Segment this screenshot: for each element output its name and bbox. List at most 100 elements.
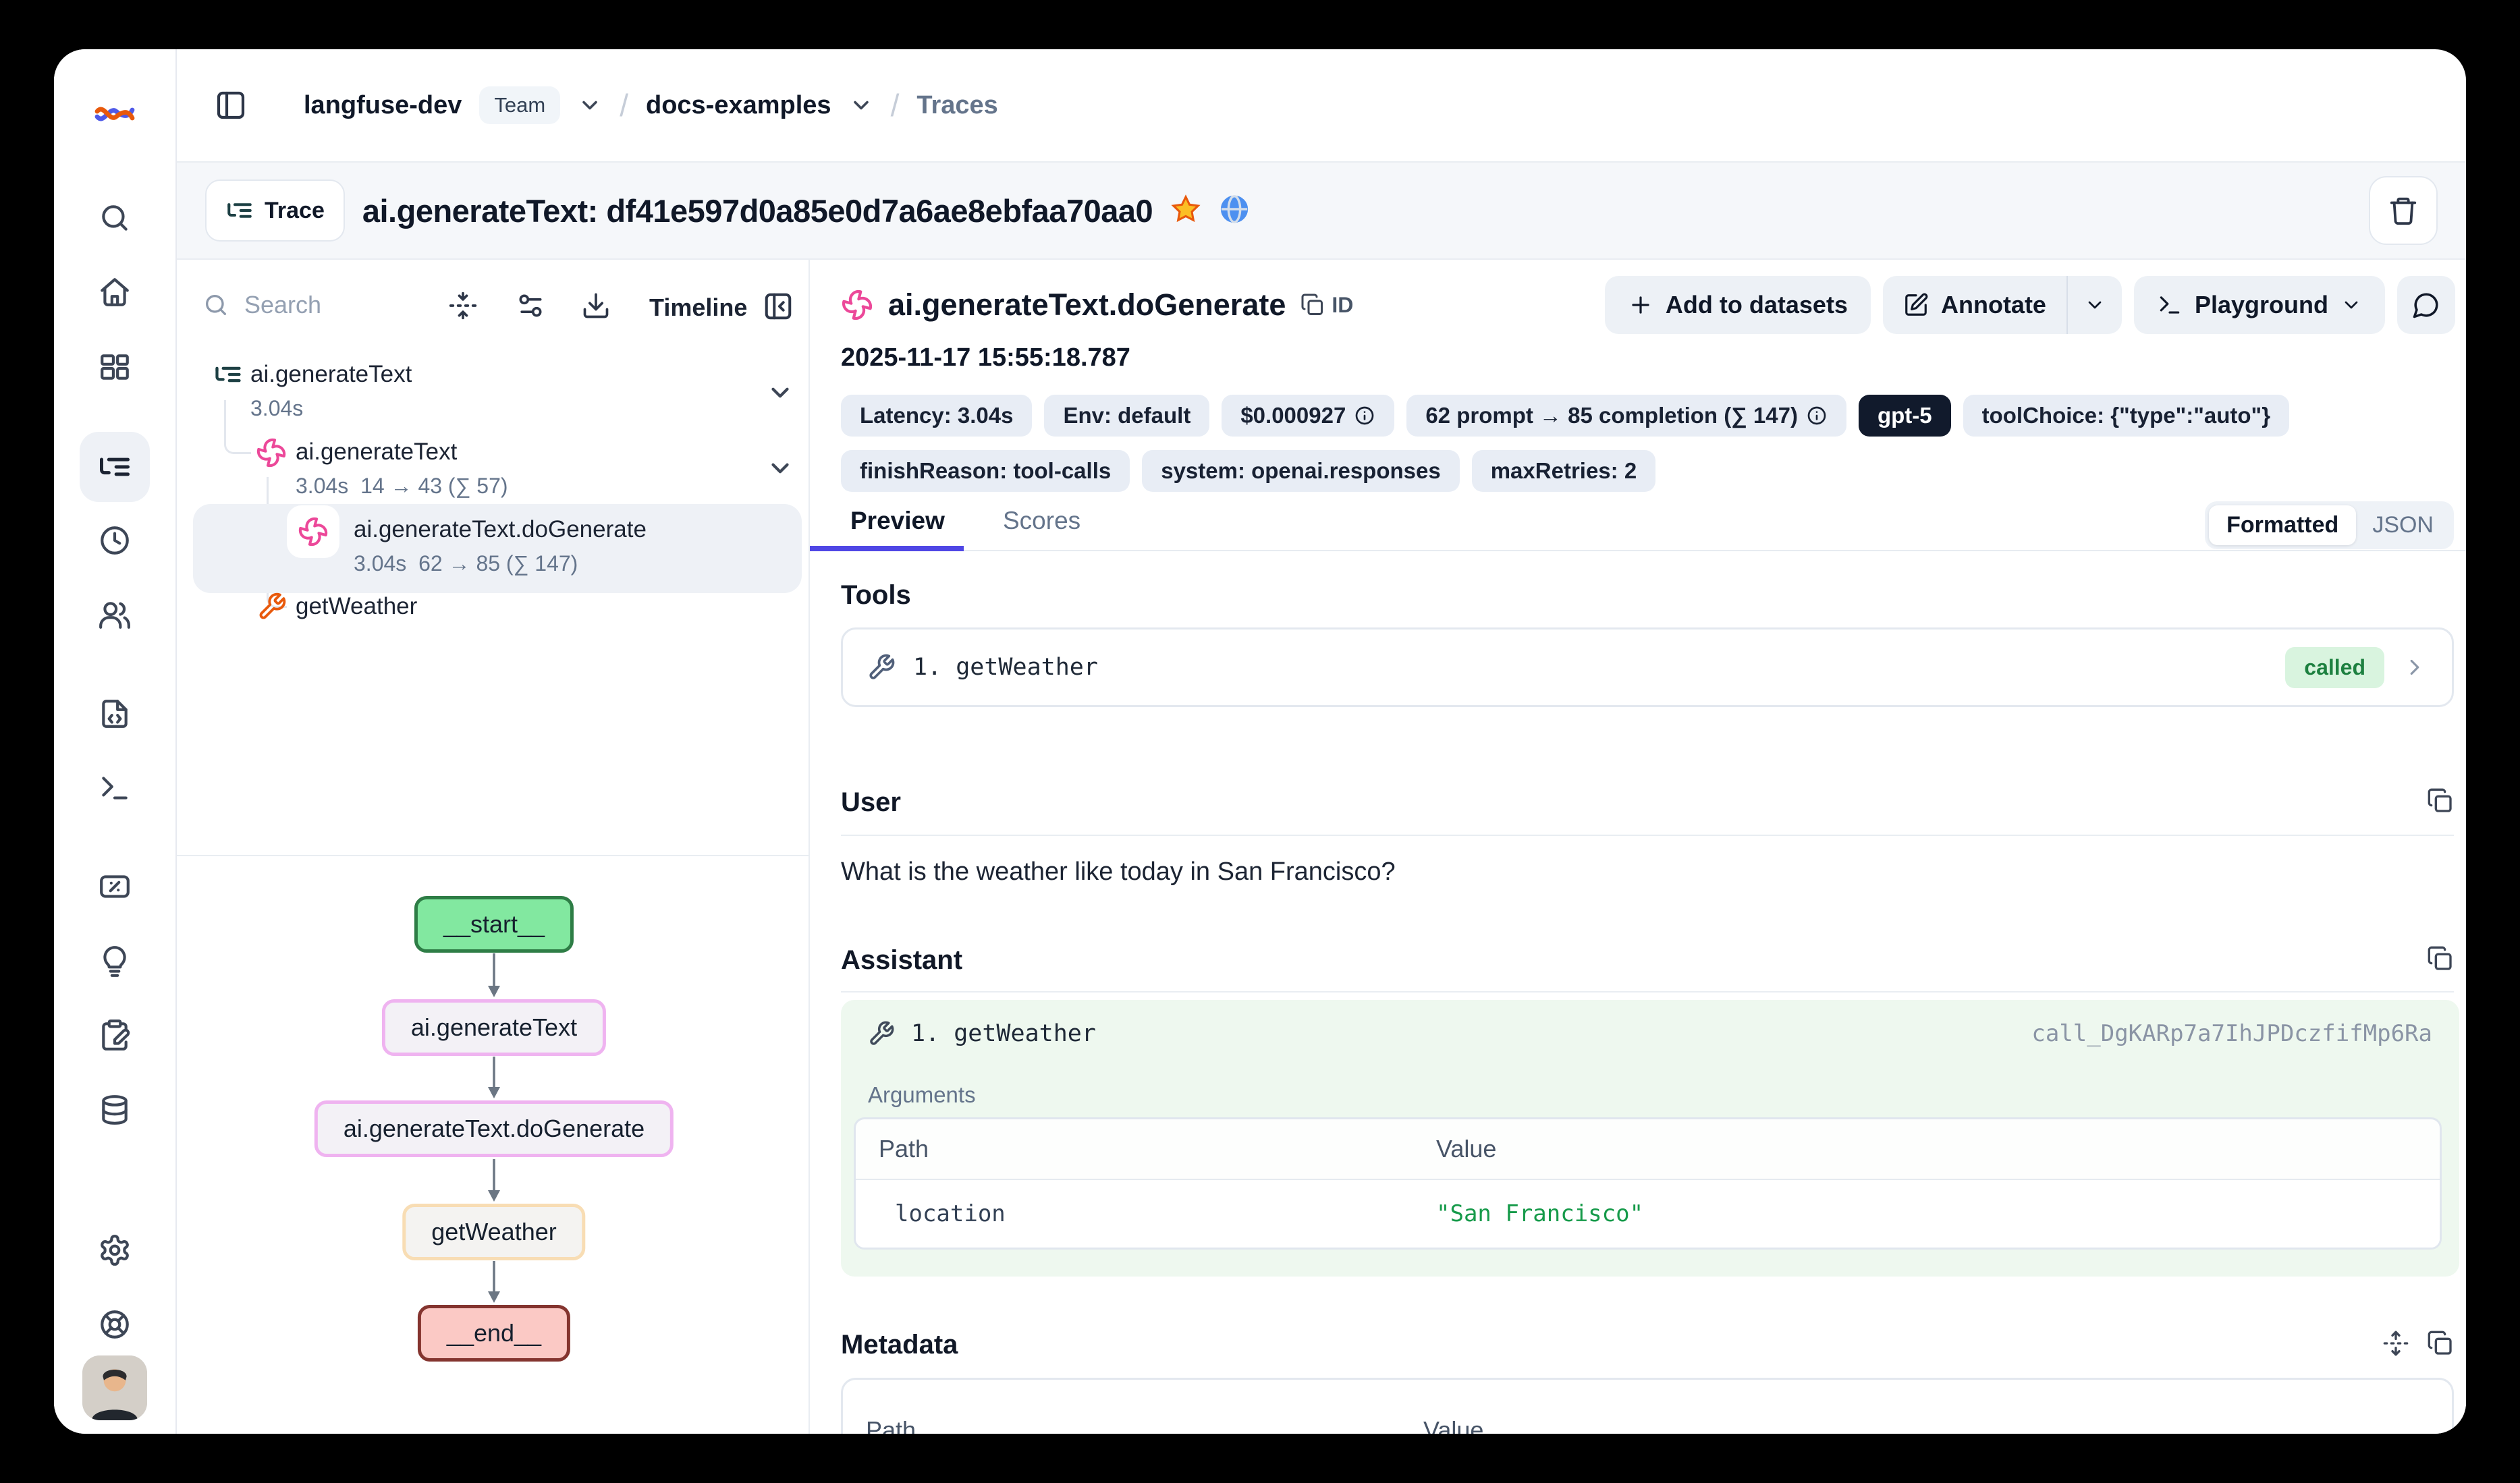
- tool-call-id: call_DgKARp7a7IhJPDczfifMp6Ra: [2031, 1020, 2432, 1047]
- tool-choice-badge: toolChoice: {"type":"auto"}: [1963, 395, 2289, 437]
- tools-heading: Tools: [841, 580, 911, 611]
- format-json-option[interactable]: JSON: [2356, 505, 2450, 545]
- copy-icon[interactable]: [2427, 1330, 2454, 1357]
- tool-name: 1. getWeather: [913, 654, 1098, 681]
- comments-button[interactable]: [2397, 276, 2455, 334]
- expand-icon[interactable]: [2382, 1330, 2409, 1357]
- graph-node-generate-text[interactable]: ai.generateText: [382, 999, 606, 1056]
- chevron-down-icon[interactable]: [849, 93, 873, 117]
- datasets-icon[interactable]: [98, 1093, 132, 1127]
- graph-node-end[interactable]: __end__: [418, 1305, 570, 1362]
- format-formatted-option[interactable]: Formatted: [2209, 505, 2356, 545]
- token-usage-badge[interactable]: 62 prompt → 85 completion (∑ 147): [1406, 395, 1846, 437]
- breadcrumb-separator: /: [620, 87, 628, 123]
- prompts-icon[interactable]: [98, 697, 132, 731]
- playground-button[interactable]: Playground: [2134, 276, 2385, 334]
- annotate-button[interactable]: Annotate: [1883, 276, 2066, 334]
- arguments-table: Path Value location "San Francisco": [854, 1117, 2442, 1250]
- app-sidebar: [54, 49, 177, 1434]
- info-icon: [1354, 405, 1375, 426]
- value-header: Value: [1436, 1135, 1496, 1163]
- tree-row[interactable]: ai.generateText.doGenerate: [354, 516, 647, 543]
- breadcrumb-project[interactable]: langfuse-dev: [304, 91, 462, 120]
- copy-id-icon[interactable]: [1300, 293, 1325, 317]
- cost-badge[interactable]: $0.000927: [1222, 395, 1394, 437]
- graph-node-do-generate[interactable]: ai.generateText.doGenerate: [314, 1100, 674, 1157]
- user-avatar[interactable]: [82, 1355, 147, 1420]
- generation-icon-chip: [287, 505, 339, 558]
- trace-tree-panel: Timeline ai.generateText 3.04s ai.genera…: [177, 260, 810, 1434]
- home-icon[interactable]: [98, 275, 132, 309]
- tab-preview[interactable]: Preview: [850, 507, 945, 535]
- info-icon: [1806, 405, 1828, 426]
- graph-node-get-weather[interactable]: getWeather: [402, 1204, 585, 1260]
- settings-icon[interactable]: [98, 1233, 132, 1267]
- chevron-down-icon[interactable]: [766, 454, 794, 482]
- collapse-panel-icon[interactable]: [763, 291, 794, 322]
- active-tab-underline: [810, 546, 964, 551]
- detail-tabs: Preview Scores Formatted JSON: [810, 507, 2466, 551]
- bookmark-star-icon[interactable]: [1170, 194, 1201, 228]
- sidebar-toggle-icon[interactable]: [215, 89, 247, 121]
- comment-icon: [2412, 291, 2440, 319]
- tree-row[interactable]: getWeather: [296, 593, 417, 620]
- system-badge: system: openai.responses: [1142, 450, 1460, 492]
- section-divider: [841, 835, 2454, 836]
- format-toggle: Formatted JSON: [2205, 501, 2454, 549]
- judge-icon[interactable]: [98, 945, 132, 978]
- support-icon[interactable]: [98, 1308, 132, 1341]
- tool-call-panel: 1. getWeather call_DgKARp7a7IhJPDczfifMp…: [841, 1000, 2459, 1277]
- model-badge[interactable]: gpt-5: [1859, 395, 1951, 437]
- public-globe-icon[interactable]: [1219, 194, 1250, 228]
- tracing-icon[interactable]: [97, 449, 132, 484]
- trace-title: ai.generateText: df41e597d0a85e0d7a6ae8e…: [362, 192, 1153, 229]
- copy-icon[interactable]: [2427, 945, 2454, 972]
- users-icon[interactable]: [98, 598, 132, 632]
- collapse-all-icon[interactable]: [448, 291, 478, 320]
- id-label[interactable]: ID: [1332, 293, 1353, 318]
- metadata-table: Path Value: [841, 1378, 2454, 1434]
- clock-icon[interactable]: [98, 524, 132, 557]
- delete-trace-button[interactable]: [2369, 176, 2438, 245]
- tool-icon: [257, 592, 287, 621]
- add-to-datasets-button[interactable]: Add to datasets: [1605, 276, 1871, 334]
- tree-row[interactable]: ai.generateText: [250, 361, 412, 388]
- tool-icon: [867, 653, 896, 681]
- evals-icon[interactable]: [98, 870, 132, 903]
- table-row: location "San Francisco": [856, 1180, 2440, 1248]
- annotation-icon[interactable]: [98, 1018, 132, 1052]
- annotate-split-button: Annotate: [1883, 276, 2122, 334]
- arguments-label: Arguments: [868, 1082, 976, 1108]
- project-type-badge: Team: [479, 86, 560, 124]
- search-input[interactable]: [244, 291, 447, 319]
- tool-icon: [868, 1020, 895, 1047]
- langfuse-logo[interactable]: [93, 99, 136, 132]
- dashboard-icon[interactable]: [98, 350, 132, 384]
- tree-connector: [224, 400, 251, 454]
- user-message: What is the weather like today in San Fr…: [841, 858, 1396, 887]
- generation-icon: [256, 437, 287, 468]
- terminal-icon: [2157, 292, 2183, 318]
- breadcrumb-page[interactable]: Traces: [916, 91, 997, 120]
- tree-row-duration: 3.04s 62 → 85 (∑ 147): [354, 551, 578, 576]
- tab-scores[interactable]: Scores: [1003, 507, 1080, 535]
- tree-row[interactable]: ai.generateText: [296, 439, 457, 466]
- max-retries-badge: maxRetries: 2: [1472, 450, 1655, 492]
- chevron-down-icon[interactable]: [766, 379, 794, 407]
- assistant-heading: Assistant: [841, 945, 962, 976]
- chevron-right-icon[interactable]: [2402, 654, 2428, 680]
- breadcrumb-org[interactable]: docs-examples: [646, 91, 831, 120]
- graph-node-start[interactable]: __start__: [414, 896, 574, 953]
- metadata-heading: Metadata: [841, 1330, 958, 1360]
- search-icon[interactable]: [98, 201, 132, 235]
- chevron-down-icon[interactable]: [578, 93, 602, 117]
- tree-settings-icon[interactable]: [516, 291, 545, 320]
- playground-icon[interactable]: [98, 771, 132, 805]
- tool-definition-row[interactable]: 1. getWeather called: [841, 627, 2454, 707]
- observation-timestamp: 2025-11-17 15:55:18.787: [841, 343, 1130, 372]
- copy-icon[interactable]: [2427, 787, 2454, 814]
- timeline-toggle[interactable]: Timeline: [649, 293, 747, 322]
- annotate-dropdown-button[interactable]: [2068, 276, 2122, 334]
- download-icon[interactable]: [581, 291, 611, 320]
- path-header: Path: [843, 1416, 1423, 1434]
